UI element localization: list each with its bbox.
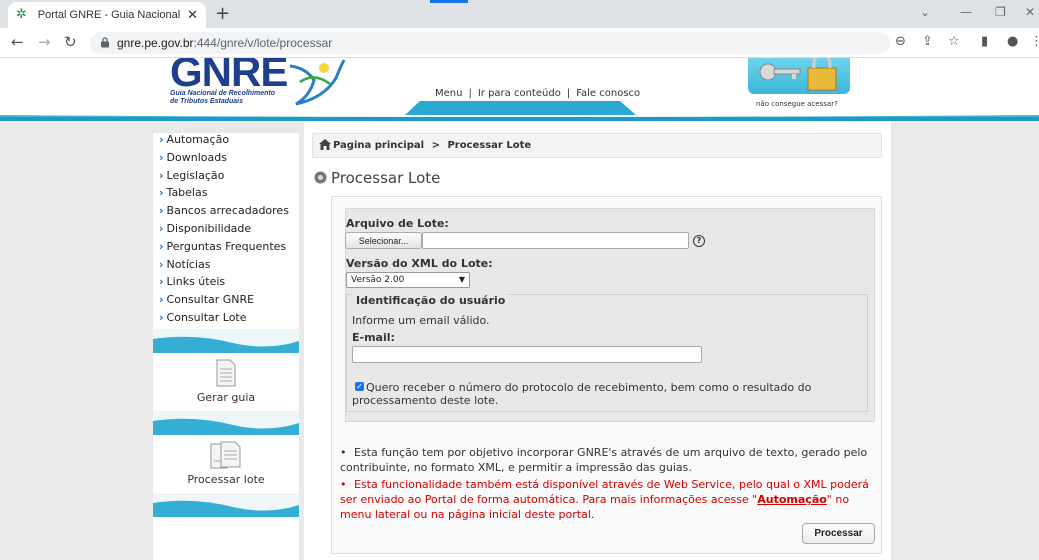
top-menu: Menu | Ir para conteúdo | Fale conosco (435, 88, 641, 99)
sidebar-item[interactable]: › Notícias (153, 258, 299, 276)
automacao-link[interactable]: Automação (757, 493, 827, 506)
sidebar: › Automação › Downloads › Legislação › Tabelas ›… (153, 133, 299, 560)
chevron-right-icon: › (159, 293, 164, 307)
home-icon (319, 139, 331, 150)
sidebar-item-label: Consultar Lote (166, 310, 247, 324)
new-tab-button[interactable]: + (215, 3, 230, 24)
email-label: E-mail: (352, 331, 395, 344)
key-lock-icon (759, 53, 837, 91)
close-window-icon[interactable]: ✕ (1025, 5, 1035, 19)
tab-title: Portal GNRE - Guia Nacional de R (37, 9, 181, 21)
sidebar-wave (153, 410, 299, 435)
sidebar-wave (153, 328, 299, 353)
chevron-down-icon[interactable]: ⌄ (920, 5, 930, 19)
help-icon[interactable]: ? (693, 235, 705, 247)
sidebar-item-label: Consultar GNRE (166, 293, 255, 307)
chevron-right-icon: › (159, 186, 164, 200)
top-menu-item[interactable]: Menu (435, 88, 462, 99)
header-wave (0, 101, 1039, 121)
sidebar-item-label: Disponibilidade (166, 221, 252, 235)
sidebar-item-label: Legislação (166, 168, 225, 182)
chevron-right-icon: › (159, 133, 164, 146)
sidebar-item[interactable]: › Automação (153, 133, 299, 151)
sidebar-item-label: Bancos arrecadadores (166, 204, 289, 218)
select-file-button[interactable]: Selecionar... (345, 232, 422, 249)
protocol-checkbox[interactable]: ✓ (355, 382, 364, 391)
sidebar-item-label: Links úteis (166, 275, 226, 289)
gerar-guia-button[interactable]: Gerar guia (153, 353, 299, 411)
sidebar-menu: › Automação › Downloads › Legislação › Tabelas ›… (153, 133, 299, 329)
sidebar-item[interactable]: › Disponibilidade (153, 222, 299, 240)
version-label: Versão do XML do Lote: (346, 257, 493, 270)
chevron-right-icon: › (159, 221, 164, 235)
chevron-right-icon: › (159, 150, 164, 164)
sidebar-item[interactable]: › Links úteis (153, 275, 299, 293)
chevron-right-icon: › (159, 257, 164, 271)
version-select[interactable]: Versão 2.00 ▼ (346, 272, 470, 288)
forward-icon[interactable]: → (38, 33, 51, 51)
sidebar-item[interactable]: › Tabelas (153, 186, 299, 204)
fieldset-legend: Identificação do usuário (353, 294, 509, 307)
chevron-down-icon: ▼ (458, 275, 465, 284)
share-icon[interactable]: ⇪ (922, 34, 933, 49)
sidebar-item[interactable]: › Consultar Lote (153, 311, 299, 329)
palm-favicon-icon: ✲ (16, 7, 27, 22)
sidebar-item-label: Notícias (166, 257, 211, 271)
browser-tab[interactable]: ✲ Portal GNRE - Guia Nacional de R ✕ (8, 2, 206, 28)
breadcrumb: Pagina principal > Processar Lote (312, 133, 882, 158)
url-text[interactable]: gnre.pe.gov.br:444/gnre/v/lote/processar (117, 36, 332, 50)
chevron-right-icon: › (159, 310, 164, 324)
webservice-note: • Esta funcionalidade também está disponí… (340, 478, 869, 521)
reload-icon[interactable]: ↻ (64, 33, 77, 51)
chevron-right-icon: › (159, 204, 164, 218)
top-menu-item[interactable]: Ir para conteúdo (478, 88, 561, 99)
menu-dots-icon[interactable]: ⋮ (1030, 34, 1039, 49)
sidebar-item-label: Perguntas Frequentes (166, 239, 287, 253)
restore-icon[interactable]: ❐ (995, 5, 1006, 19)
lock-icon[interactable] (100, 37, 110, 48)
top-menu-item[interactable]: Fale conosco (576, 88, 640, 99)
file-path-input[interactable] (422, 232, 689, 249)
chevron-right-icon: › (159, 239, 164, 253)
chevron-right-icon: › (159, 168, 164, 182)
tab-indicator (430, 0, 468, 3)
chevron-right-icon: › (159, 275, 164, 289)
back-icon[interactable]: ← (11, 33, 24, 51)
sidebar-item[interactable]: › Consultar GNRE (153, 293, 299, 311)
address-bar: ← → ↻ gnre.pe.gov.br:444/gnre/v/lote/pro… (0, 28, 1039, 58)
profile-icon[interactable]: ● (1007, 34, 1018, 49)
sidebar-item-label: Tabelas (166, 186, 208, 200)
document-icon (216, 359, 236, 387)
close-tab-icon[interactable]: ✕ (187, 8, 198, 23)
processar-button[interactable]: Processar (802, 523, 875, 544)
sidebar-item[interactable]: › Legislação (153, 169, 299, 187)
sidebar-item[interactable]: › Perguntas Frequentes (153, 240, 299, 258)
bullet-gear-icon (314, 171, 327, 184)
processar-lote-button[interactable]: Processar lote (153, 435, 299, 493)
email-input[interactable] (352, 346, 702, 363)
file-label: Arquivo de Lote: (346, 217, 449, 230)
sidebar-item-label: Automação (166, 133, 230, 146)
side-panel-icon[interactable]: ▮ (981, 34, 988, 49)
access-key-button[interactable] (748, 53, 850, 94)
minimize-icon[interactable]: — (960, 5, 972, 19)
browser-tabbar: ✲ Portal GNRE - Guia Nacional de R ✕ + ⌄… (0, 0, 1039, 28)
zoom-icon[interactable]: ⊖ (895, 34, 906, 49)
info-note: • Esta função tem por objetivo incorporar… (340, 446, 868, 474)
documents-stack-icon (210, 441, 241, 469)
sidebar-item[interactable]: › Downloads (153, 151, 299, 169)
breadcrumb-current: Processar Lote (447, 140, 532, 151)
breadcrumb-home-link[interactable]: Pagina principal (333, 140, 424, 151)
protocol-checkbox-label[interactable]: Quero receber o número do protocolo de r… (352, 381, 857, 407)
bookmark-star-icon[interactable]: ☆ (948, 34, 960, 49)
sidebar-item[interactable]: › Bancos arrecadadores (153, 204, 299, 222)
sidebar-wave (153, 492, 299, 517)
email-info-text: Informe um email válido. (352, 314, 490, 327)
page-title: Processar Lote (331, 169, 441, 187)
sidebar-item-label: Downloads (166, 150, 227, 164)
